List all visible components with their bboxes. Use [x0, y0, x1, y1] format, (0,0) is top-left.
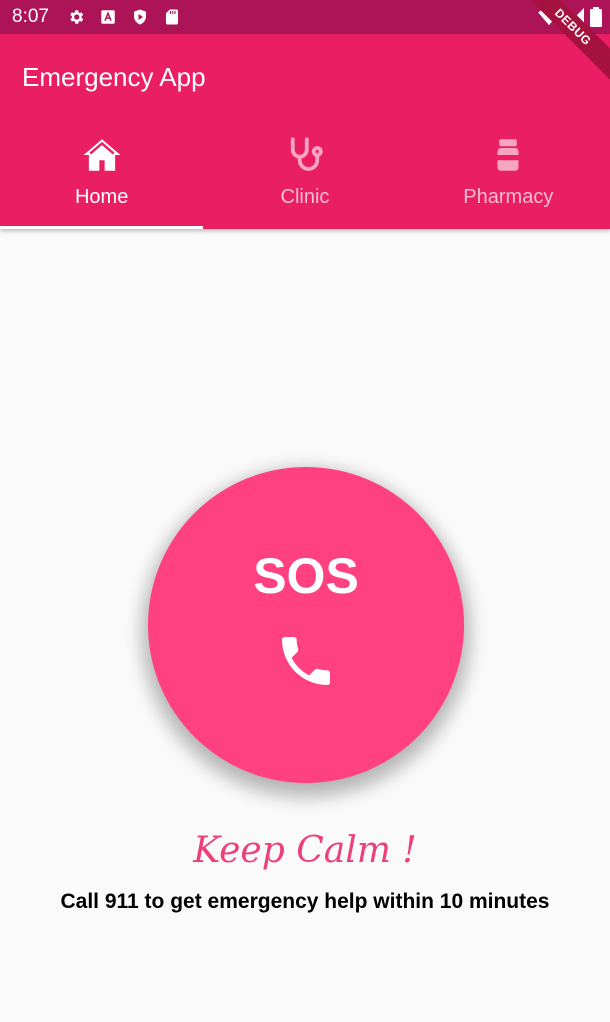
sd-card-icon	[163, 8, 181, 26]
tab-clinic-label: Clinic	[280, 186, 330, 208]
a-letter-icon	[99, 8, 117, 26]
sos-label: SOS	[253, 548, 359, 604]
tab-clinic[interactable]: Clinic	[203, 122, 406, 229]
emergency-help-text: Call 911 to get emergency help within 10…	[60, 890, 550, 913]
gear-icon	[67, 8, 85, 26]
tab-home-label: Home	[74, 186, 129, 208]
status-notification-icons	[67, 8, 181, 26]
keep-calm-heading: Keep Calm !	[193, 830, 417, 871]
app-title: Emergency App	[22, 62, 206, 92]
status-time: 8:07	[12, 6, 49, 27]
tab-bar: Home Clinic Pharmacy	[0, 122, 610, 229]
play-shield-icon	[131, 8, 149, 26]
tab-indicator	[0, 226, 204, 229]
stethoscope-icon	[284, 134, 326, 176]
tab-home[interactable]: Home	[0, 122, 204, 229]
app-bar: Emergency App Home Clinic Pharmacy	[0, 34, 610, 229]
pill-bottle-icon	[487, 134, 529, 176]
status-bar: 8:07	[0, 0, 610, 34]
phone-icon	[274, 605, 338, 698]
home-icon	[81, 134, 123, 176]
battery-icon	[590, 7, 602, 27]
tab-pharmacy[interactable]: Pharmacy	[407, 122, 610, 229]
sos-button[interactable]: SOS	[148, 467, 464, 783]
tab-pharmacy-label: Pharmacy	[463, 186, 554, 208]
